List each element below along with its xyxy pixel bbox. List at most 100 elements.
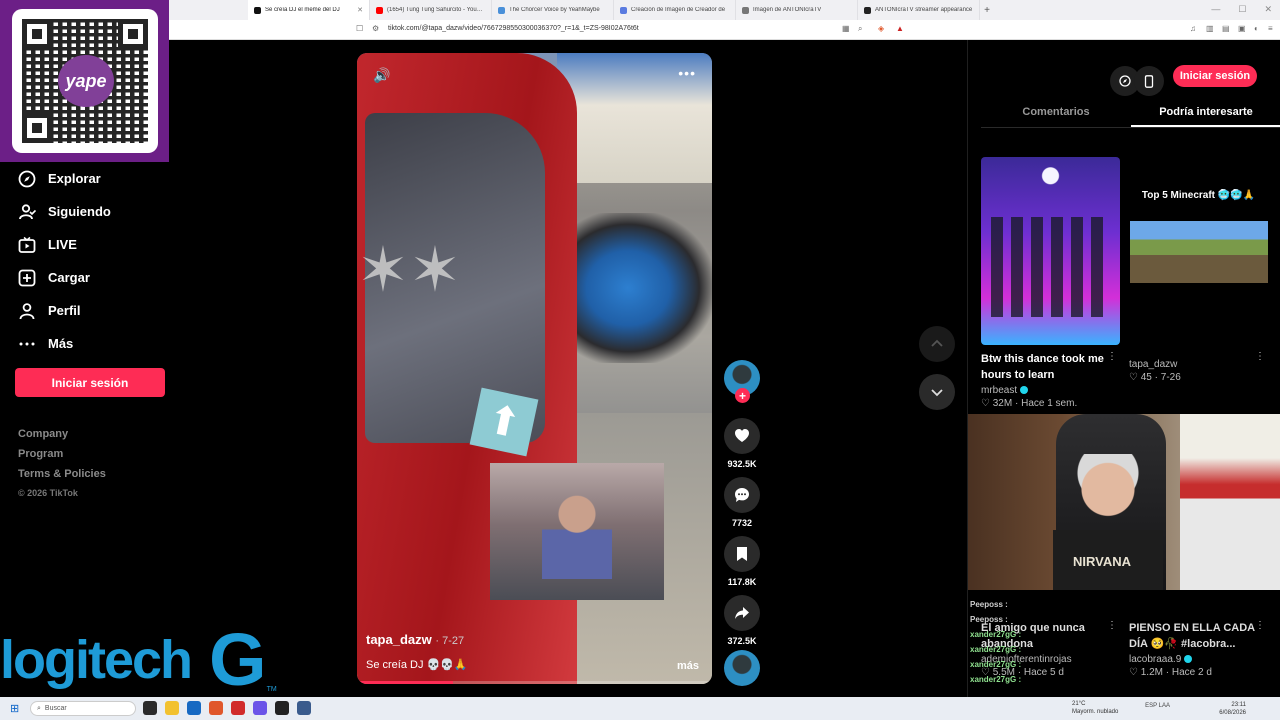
weather-desc: Mayorm. nublado	[1072, 709, 1119, 715]
footer-link-company[interactable]: Company	[18, 428, 106, 448]
wallet-icon[interactable]: ▣	[1238, 24, 1246, 33]
store-icon[interactable]	[187, 701, 201, 715]
author-name[interactable]: lacobraaa.9	[1129, 654, 1181, 665]
brave-browser-icon[interactable]	[209, 701, 223, 715]
card-menu-icon[interactable]: ⋮	[1255, 351, 1265, 362]
music-disc-avatar[interactable]	[724, 650, 760, 686]
author-name[interactable]: tapa_dazw	[366, 632, 432, 647]
browser-tab[interactable]: (1654) Tung Tung Sahurcito - YouTube	[370, 0, 492, 20]
heart-icon[interactable]	[724, 418, 760, 454]
sidebar-item-explorar[interactable]: Explorar	[18, 162, 111, 195]
brave-shield-icon[interactable]: ◈	[878, 24, 884, 33]
card-author[interactable]: tapa_dazw	[1129, 359, 1269, 370]
language-indicator[interactable]: ESP LAA	[1145, 703, 1170, 709]
share-arrow-icon[interactable]	[724, 595, 760, 631]
app-icon[interactable]	[231, 701, 245, 715]
next-video-button[interactable]	[919, 374, 955, 410]
yape-qr-overlay: yape	[0, 0, 169, 162]
bookmark-icon[interactable]	[724, 536, 760, 572]
video-thumbnail[interactable]: Top 5 Minecraft 🥶🥶🙏	[1129, 157, 1268, 345]
tab-comentarios[interactable]: Comentarios	[981, 100, 1131, 127]
translate-icon[interactable]: ▦	[842, 24, 850, 33]
chat-message: xander27gG :	[970, 630, 1022, 639]
obs-icon[interactable]	[275, 701, 289, 715]
tab-podria-interesarte[interactable]: Podría interesarte	[1131, 100, 1280, 127]
sidebar-item-siguiendo[interactable]: Siguiendo	[18, 195, 111, 228]
previous-video-button[interactable]	[919, 326, 955, 362]
sidebar-item-live[interactable]: LIVE	[18, 228, 111, 261]
extensions-icon[interactable]: ▤	[1222, 24, 1230, 33]
video-player[interactable]: ✶✶ ⬆ 🔊 ••• tapa_dazw · 7-27 Se creía DJ …	[357, 53, 712, 684]
follow-plus-icon[interactable]: +	[735, 388, 750, 403]
user-follow-icon	[18, 203, 36, 221]
live-tv-icon	[18, 236, 36, 254]
browser-tab[interactable]: The Chorcer Voice by YeahMaybe	[492, 0, 614, 20]
save-action[interactable]: 117.8K	[724, 536, 760, 587]
login-button[interactable]: Iniciar sesión	[15, 368, 165, 397]
task-view-icon[interactable]	[143, 701, 157, 715]
url-field[interactable]: tiktok.com/@tapa_dazw/video/766729855030…	[388, 25, 639, 32]
speaker-icon[interactable]: 🔊	[373, 67, 390, 84]
footer-link-terms[interactable]: Terms & Policies	[18, 468, 106, 488]
bookmark-icon[interactable]: ☐	[356, 24, 363, 33]
card-author[interactable]: mrbeast	[981, 385, 1121, 396]
browser-tab[interactable]: Se creía DJ el meme del DJ ✕	[248, 0, 370, 20]
stream-chat-overlay: Peeposs : Peeposs : xander27gG : xander2…	[970, 600, 1030, 690]
clock-time: 23:11	[1231, 702, 1246, 708]
card-menu-icon[interactable]: ⋮	[1107, 351, 1117, 362]
new-tab-icon[interactable]: +	[980, 5, 994, 16]
more-options-icon[interactable]: •••	[678, 65, 696, 81]
minimize-icon[interactable]: —	[1211, 4, 1220, 15]
login-button-top[interactable]: Iniciar sesión	[1173, 65, 1257, 87]
weather-widget[interactable]: 21°C Mayorm. nublado	[1072, 700, 1118, 716]
share-action[interactable]: 372.5K	[724, 595, 760, 646]
mobile-device-icon[interactable]	[1134, 66, 1164, 96]
author-name[interactable]: mrbeast	[981, 385, 1017, 396]
video-progress-bar[interactable]	[357, 681, 712, 684]
footer-link-program[interactable]: Program	[18, 448, 106, 468]
browser-tab[interactable]: Imagen de ANTONIcraTV	[736, 0, 858, 20]
sidebar-item-perfil[interactable]: Perfil	[18, 294, 111, 327]
caption-more-link[interactable]: más	[677, 660, 699, 672]
rewards-icon[interactable]: ▲	[896, 24, 904, 33]
menu-icon[interactable]: ≡	[1268, 24, 1273, 33]
card-title[interactable]: Btw this dance took me hours to learn	[981, 351, 1111, 383]
taskbar-search[interactable]: ⌕ Buscar	[30, 701, 136, 716]
tab-title: The Chorcer Voice by YeahMaybe	[509, 7, 600, 13]
sidebar-item-label: Perfil	[48, 303, 81, 318]
vpn-icon[interactable]: ◐	[1254, 24, 1259, 33]
close-tab-icon[interactable]: ✕	[357, 6, 363, 14]
card-title[interactable]: PIENSO EN ELLA CADA DÍA 🥺🥀 #lacobra...	[1129, 620, 1259, 652]
video-thumbnail[interactable]	[981, 157, 1120, 345]
zoom-icon[interactable]: ⌕	[858, 24, 862, 34]
author-avatar[interactable]: +	[724, 360, 760, 403]
sidebar-item-cargar[interactable]: Cargar	[18, 261, 111, 294]
recommended-video-card[interactable]: Top 5 Minecraft 🥶🥶🙏 ⋮ tapa_dazw ♡ 45 · 7…	[1129, 157, 1269, 383]
comment-action[interactable]: 7732	[724, 477, 760, 528]
sidebar-item-mas[interactable]: Más	[18, 327, 111, 360]
browser-tab[interactable]: Creación de Imagen de Creador de	[614, 0, 736, 20]
logitech-g-logo: G	[209, 618, 267, 701]
card-menu-icon[interactable]: ⋮	[1255, 620, 1265, 631]
browser-tab[interactable]: ANTONIcraTV streamer appearance	[858, 0, 980, 20]
card-menu-icon[interactable]: ⋮	[1107, 620, 1117, 631]
card-author[interactable]: lacobraaa.9	[1129, 654, 1269, 665]
settings-icon[interactable]	[297, 701, 311, 715]
file-explorer-icon[interactable]	[165, 701, 179, 715]
close-window-icon[interactable]: ✕	[1264, 4, 1272, 15]
taskbar-clock[interactable]: 23:11 6/08/2026	[1219, 701, 1246, 717]
maximize-icon[interactable]: ☐	[1238, 4, 1246, 15]
windows-start-icon[interactable]: ⊞	[10, 702, 19, 715]
profile-icon	[18, 302, 36, 320]
recommended-video-card[interactable]: PIENSO EN ELLA CADA DÍA 🥺🥀 #lacobra... ⋮…	[1129, 620, 1269, 678]
window-controls: — ☐ ✕	[1211, 4, 1272, 15]
music-icon[interactable]: ♫	[1190, 24, 1196, 33]
site-info-icon[interactable]: ⚙	[372, 24, 379, 33]
like-action[interactable]: 932.5K	[724, 418, 760, 469]
sidebar-toggle-icon[interactable]: ▥	[1206, 24, 1214, 33]
video-author[interactable]: tapa_dazw · 7-27	[366, 632, 464, 647]
recommended-video-card[interactable]: Btw this dance took me hours to learn ⋮ …	[981, 157, 1121, 409]
comment-icon[interactable]	[724, 477, 760, 513]
heart-outline-icon: ♡	[1129, 372, 1138, 383]
discord-icon[interactable]	[253, 701, 267, 715]
